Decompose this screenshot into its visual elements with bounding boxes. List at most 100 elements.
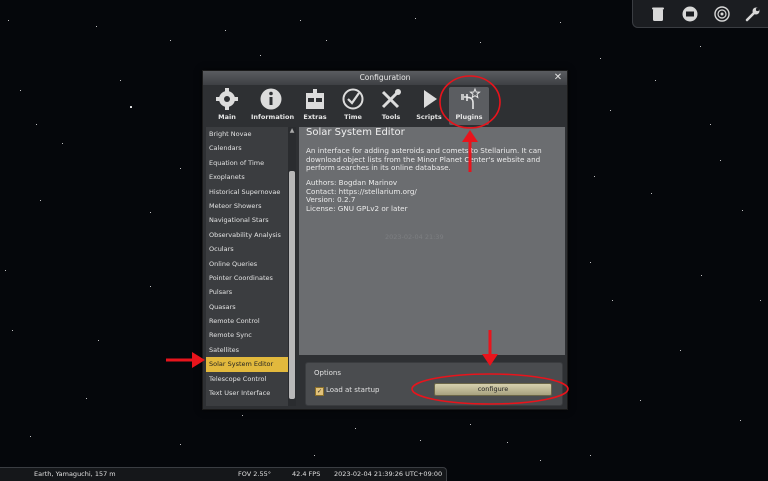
star [170, 40, 171, 41]
plugin-list-scrollbar[interactable]: ▲ [288, 127, 296, 406]
scroll-up-icon[interactable]: ▲ [288, 127, 296, 135]
tab-label: Information [251, 113, 295, 121]
screen-icon[interactable] [681, 5, 699, 23]
tab-plugins[interactable]: Plugins [449, 87, 489, 125]
plugin-list-item[interactable]: Telescope Control [206, 372, 288, 386]
plugin-list-item[interactable]: Satellites [206, 343, 288, 357]
wrench-icon[interactable] [744, 5, 762, 23]
load-at-startup-checkbox[interactable]: ✓ [315, 387, 324, 396]
tab-tools[interactable]: Tools [371, 87, 411, 125]
star [610, 110, 611, 111]
star [120, 80, 121, 81]
star [760, 300, 761, 301]
star [98, 340, 99, 341]
star [600, 58, 601, 59]
plugin-list-item[interactable]: Text User Interface [206, 386, 288, 400]
star [651, 193, 653, 195]
dialog-title: Configuration [359, 73, 411, 82]
star [701, 275, 702, 276]
star [242, 415, 243, 416]
star [8, 20, 9, 21]
star [594, 176, 595, 177]
tab-main[interactable]: Main [207, 87, 247, 125]
plugin-list-item[interactable]: Calendars [206, 141, 288, 155]
star [180, 444, 181, 445]
star [740, 420, 741, 421]
fps-text: 42.4 FPS [292, 470, 321, 478]
star [612, 300, 613, 301]
tab-information[interactable]: Information [251, 87, 295, 125]
star [180, 168, 181, 169]
plugin-list-item[interactable]: Remote Control [206, 314, 288, 328]
plugins-icon [461, 87, 481, 109]
star [225, 30, 226, 31]
location-text[interactable]: Earth, Yamaguchi, 157 m [34, 468, 116, 481]
plugin-list-item[interactable]: Quasars [206, 300, 288, 314]
star [355, 428, 356, 429]
star [5, 270, 7, 272]
plugin-list-item[interactable]: Meteor Showers [206, 199, 288, 213]
watermark-text: 2023-02-04 21:39 [385, 233, 444, 241]
star [130, 106, 132, 108]
plugin-list-item[interactable]: Oculars [206, 242, 288, 256]
plugin-list[interactable]: Bright Novae Calendars Equation of Time Exo… [206, 127, 288, 406]
star [470, 424, 471, 425]
tools-icon [381, 89, 401, 109]
plugin-list-item[interactable]: Solar System Editor [206, 357, 288, 372]
star [540, 460, 541, 461]
configure-button[interactable]: configure [434, 383, 552, 396]
star [420, 440, 421, 441]
top-toolbar [632, 0, 768, 28]
options-group: Options ✓ Load at startup configure [305, 362, 563, 406]
star [680, 350, 681, 351]
datetime-text[interactable]: 2023-02-04 21:39:26 UTC+09:00 [334, 468, 442, 481]
plugin-list-item[interactable]: Exoplanets [206, 170, 288, 184]
planet-icon[interactable] [713, 5, 731, 23]
plugin-list-item[interactable]: Online Queries [206, 257, 288, 271]
plugin-list-item[interactable]: Historical Supernovae [206, 185, 288, 199]
star [150, 286, 151, 287]
plugin-list-item[interactable]: Remote Sync [206, 328, 288, 342]
plugin-list-item[interactable]: Pointer Coordinates [206, 271, 288, 285]
tab-label: Plugins [455, 113, 483, 121]
tab-scripts[interactable]: Scripts [409, 87, 449, 125]
fov-text: FOV 2.55° [238, 470, 271, 478]
info-icon [260, 88, 282, 110]
star [40, 200, 41, 201]
plugin-title: Solar System Editor [306, 127, 405, 138]
tab-label: Main [218, 113, 236, 121]
scroll-thumb[interactable] [289, 171, 295, 399]
star [20, 90, 21, 91]
star [314, 455, 315, 456]
close-icon[interactable]: ✕ [553, 73, 563, 83]
tab-time[interactable]: Time [333, 87, 373, 125]
star [640, 400, 641, 401]
tab-extras[interactable]: Extras [295, 87, 335, 125]
tab-label: Extras [303, 113, 327, 121]
load-at-startup-label[interactable]: Load at startup [326, 386, 379, 394]
star [720, 160, 721, 161]
dialog-titlebar[interactable]: Configuration ✕ [203, 71, 567, 85]
star [62, 143, 63, 144]
plugin-list-item[interactable]: Equation of Time [206, 156, 288, 170]
star [590, 455, 591, 456]
star [742, 210, 743, 211]
star [480, 42, 481, 43]
star [710, 124, 711, 125]
trash-icon[interactable] [649, 5, 667, 23]
star [36, 124, 37, 125]
plugin-detail-pane: Solar System Editor An interface for add… [299, 127, 565, 355]
star [700, 46, 701, 47]
star [415, 18, 416, 19]
options-title: Options [314, 369, 342, 377]
plugin-list-item[interactable]: Bright Novae [206, 127, 288, 141]
star [30, 436, 31, 437]
plugin-list-item[interactable]: Navigational Stars [206, 213, 288, 227]
star [326, 40, 327, 41]
extras-icon [306, 89, 324, 109]
plugin-list-item[interactable]: Observability Analysis [206, 228, 288, 242]
tab-bar: Main Information Extras Time Tools Scrip… [203, 85, 567, 127]
plugin-list-item[interactable]: Pulsars [206, 285, 288, 299]
scripts-icon [424, 90, 437, 108]
star [12, 330, 13, 331]
